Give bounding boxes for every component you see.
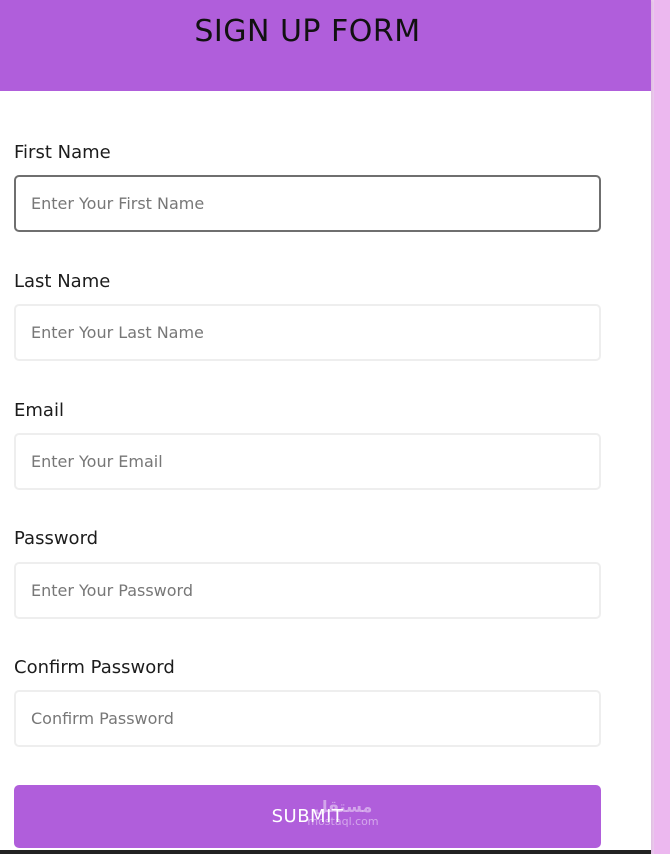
confirm-password-label: Confirm Password xyxy=(14,657,175,678)
form-header: SIGN UP FORM xyxy=(0,0,651,91)
last-name-label: Last Name xyxy=(14,271,111,292)
bottom-edge-strip xyxy=(0,850,651,854)
first-name-label: First Name xyxy=(14,142,111,163)
scrollbar[interactable] xyxy=(654,0,670,854)
email-input[interactable] xyxy=(14,433,601,490)
password-label: Password xyxy=(14,528,99,549)
signup-card: SIGN UP FORM First Name Last Name Email … xyxy=(0,0,651,854)
page-title: SIGN UP FORM xyxy=(194,14,421,49)
last-name-input[interactable] xyxy=(14,304,601,361)
password-input[interactable] xyxy=(14,562,601,619)
confirm-password-input[interactable] xyxy=(14,690,601,747)
email-label: Email xyxy=(14,400,64,421)
first-name-input[interactable] xyxy=(14,175,601,232)
submit-button[interactable]: SUBMIT xyxy=(14,785,601,848)
